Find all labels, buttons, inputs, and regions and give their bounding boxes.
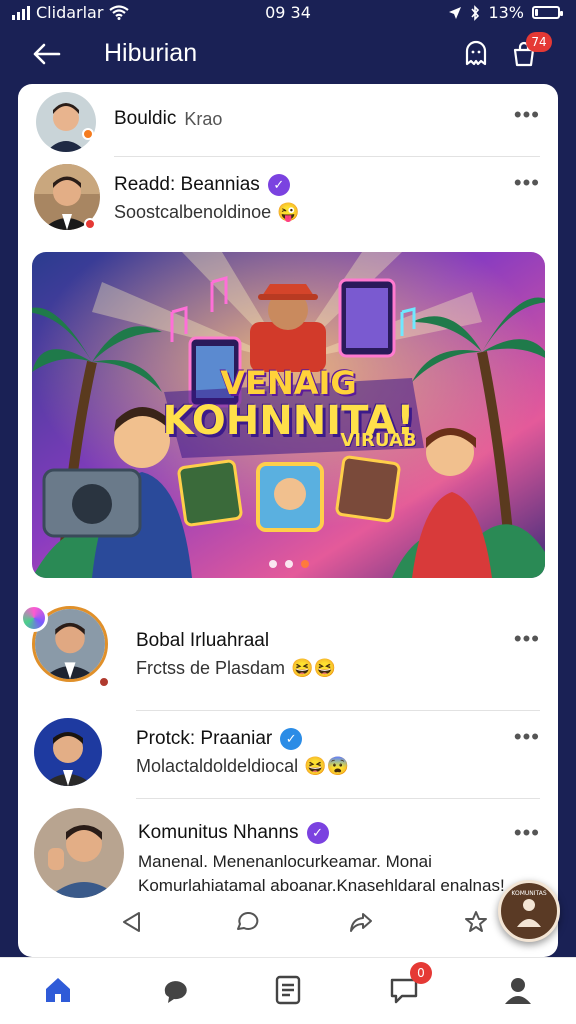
more-options-button[interactable]: •••	[514, 172, 540, 194]
story-bubble-icon	[20, 604, 48, 632]
emoji: 😜	[277, 202, 300, 222]
post-item[interactable]: Readd: Beannias ✓ Soostcalbenoldinoe 😜 •…	[18, 158, 558, 248]
app-header: Hiburian 74	[0, 26, 576, 82]
subtitle-text: Soostcalbenoldinoe	[114, 202, 272, 222]
battery-percent: 13%	[488, 3, 524, 22]
more-options-button[interactable]: •••	[514, 104, 540, 126]
post-item[interactable]: Bouldic Krao •••	[18, 84, 558, 156]
divider	[136, 798, 540, 799]
emoji: 😆😆	[291, 658, 336, 678]
notification-badge: 74	[526, 32, 552, 52]
nav-home[interactable]	[38, 970, 78, 1010]
comment-button[interactable]	[229, 904, 265, 940]
more-options-button[interactable]: •••	[514, 726, 540, 748]
star-button[interactable]	[458, 904, 494, 940]
post-author: Bouldic Krao	[114, 108, 222, 130]
community-fab[interactable]: KOMUNITAS	[498, 880, 560, 942]
battery-icon	[532, 6, 563, 19]
post-item[interactable]: Komunitus Nhanns ✓ Manenal. Menenanlocur…	[18, 800, 558, 908]
post-body-line: Manenal. Menenanlocurkeamar. Monai	[138, 852, 432, 871]
location-icon	[449, 6, 462, 19]
author-name: Bouldic	[114, 108, 177, 129]
emoji: 😆😨	[304, 756, 349, 776]
subtitle-text: Molactaldoldeldiocal	[136, 756, 299, 776]
share-icon	[350, 913, 373, 932]
back-action-button[interactable]	[114, 904, 150, 940]
post-body-line: Komurlahiatamal aboanar.Knasehldaral ena…	[138, 876, 505, 895]
nav-profile[interactable]	[498, 970, 538, 1010]
avatar[interactable]	[34, 718, 102, 786]
divider	[136, 710, 540, 711]
author-name: Readd: Beannias	[114, 174, 260, 195]
feed-card: Bouldic Krao ••• Readd: Beannias ✓ Soost…	[18, 84, 558, 957]
subtitle-text: Frctss de Plasdam	[136, 658, 286, 678]
more-options-button[interactable]: •••	[514, 822, 540, 844]
status-right: 13%	[448, 3, 563, 22]
bluetooth-icon	[471, 4, 480, 21]
share-button[interactable]	[343, 904, 379, 940]
page-title: Hiburian	[104, 39, 198, 67]
nav-feed[interactable]	[268, 970, 308, 1010]
messages-badge: 0	[410, 962, 432, 984]
nav-messages[interactable]: 0	[384, 962, 432, 1010]
banner-title-line3: VIRUAB	[340, 430, 417, 451]
nav-chat[interactable]	[156, 970, 196, 1010]
home-icon	[46, 978, 70, 1002]
person-silhouette-icon	[517, 899, 541, 927]
document-icon	[275, 975, 301, 1005]
chat-bubble-icon	[164, 981, 187, 1003]
arrow-left-icon	[33, 43, 61, 65]
verified-badge-icon: ✓	[267, 174, 290, 196]
fab-label: KOMUNITAS	[511, 890, 547, 897]
star-icon	[464, 911, 487, 932]
carousel-dot[interactable]	[268, 560, 277, 568]
user-icon	[505, 978, 531, 1004]
featured-banner[interactable]: VENAIG KOHNNITA! VIRUAB	[32, 252, 545, 578]
status-bar: Clidarlar 09 34 13%	[0, 0, 576, 26]
post-author: Bobal Irluahraal	[136, 630, 269, 652]
post-author: Komunitus Nhanns ✓	[138, 822, 329, 844]
banner-title-line1: VENAIG	[220, 364, 357, 402]
notifications-button[interactable]: 74	[508, 32, 552, 70]
avatar[interactable]	[36, 92, 96, 152]
post-subtitle: Frctss de Plasdam 😆😆	[136, 658, 336, 679]
author-name: Protck: Praaniar	[136, 728, 273, 749]
author-name: Komunitus Nhanns	[138, 822, 299, 843]
post-action-bar	[114, 902, 494, 942]
post-item[interactable]: Protck: Praaniar ✓ Molactaldoldeldiocal …	[18, 712, 558, 798]
bottom-nav: 0	[0, 957, 576, 1024]
status-dot	[82, 128, 94, 140]
carousel-dot[interactable]	[284, 560, 293, 568]
back-button[interactable]	[28, 36, 64, 72]
post-author: Readd: Beannias ✓	[114, 174, 290, 196]
triangle-left-icon	[123, 912, 140, 932]
post-item[interactable]: Bobal Irluahraal Frctss de Plasdam 😆😆 ••…	[18, 594, 558, 694]
carousel-dot[interactable]	[300, 560, 309, 568]
carousel-indicator[interactable]	[32, 560, 545, 568]
post-author: Protck: Praaniar ✓	[136, 728, 303, 750]
post-subtitle: Molactaldoldeldiocal 😆😨	[136, 756, 349, 777]
ghost-icon	[465, 40, 487, 66]
verified-badge-icon: ✓	[280, 728, 303, 750]
ghost-button[interactable]	[460, 38, 492, 70]
avatar[interactable]	[34, 808, 124, 898]
more-options-button[interactable]: •••	[514, 628, 540, 650]
status-dot	[84, 218, 96, 230]
verified-badge-icon: ✓	[306, 822, 329, 844]
author-handle: Krao	[184, 108, 223, 129]
post-subtitle: Soostcalbenoldinoe 😜	[114, 202, 300, 223]
comment-icon	[236, 912, 258, 930]
author-name: Bobal Irluahraal	[136, 630, 270, 651]
status-dot	[98, 676, 110, 688]
divider	[114, 156, 540, 157]
